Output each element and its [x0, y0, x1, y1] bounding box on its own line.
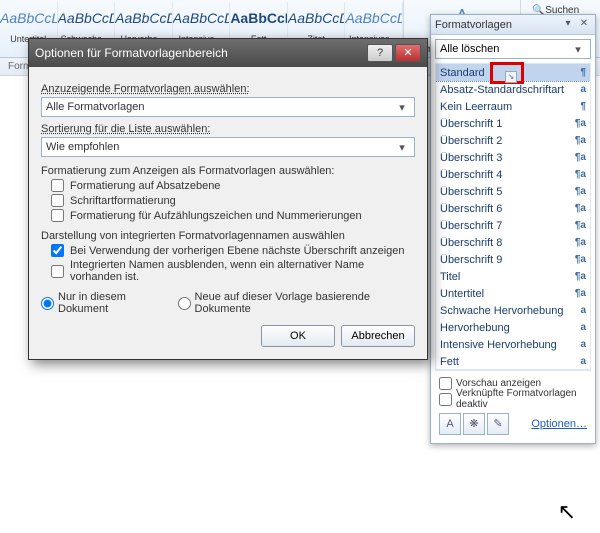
style-row[interactable]: Überschrift 4¶a	[436, 166, 590, 183]
pane-titlebar: Formatvorlagen ▾ ✕	[431, 15, 595, 35]
style-row[interactable]: Fetta	[436, 353, 590, 370]
style-row[interactable]: Überschrift 9¶a	[436, 251, 590, 268]
dialog-launcher-icon[interactable]: ↘	[505, 71, 517, 83]
style-row[interactable]: Überschrift 3¶a	[436, 149, 590, 166]
chevron-down-icon: ▾	[394, 141, 410, 154]
style-row[interactable]: Überschrift 2¶a	[436, 132, 590, 149]
pane-title: Formatvorlagen	[435, 19, 559, 31]
dialog-launcher-highlight: ↘	[490, 62, 524, 84]
hide-builtin-checkbox[interactable]: Integrierten Namen ausblenden, wenn ein …	[51, 259, 415, 283]
list-format-checkbox[interactable]: Formatierung für Aufzählungszeichen und …	[51, 209, 415, 222]
cancel-button[interactable]: Abbrechen	[341, 325, 415, 347]
style-row[interactable]: Überschrift 8¶a	[436, 234, 590, 251]
pane-dropdown-icon[interactable]: ▾	[561, 18, 575, 32]
template-radio[interactable]: Neue auf dieser Vorlage basierende Dokum…	[178, 291, 401, 315]
chevron-down-icon: ▾	[394, 101, 410, 114]
ok-button[interactable]: OK	[261, 325, 335, 347]
style-row[interactable]: Intensive Hervorhebunga	[436, 336, 590, 353]
style-row[interactable]: Schwache Hervorhebunga	[436, 302, 590, 319]
style-list: Standard¶Absatz-StandardschriftartaKein …	[435, 63, 591, 370]
clear-all-label: Alle löschen	[440, 43, 499, 55]
style-inspector-button[interactable]: ❋	[463, 413, 485, 435]
options-link[interactable]: Optionen…	[531, 418, 587, 430]
builtin-group-label: Darstellung von integrierten Formatvorla…	[41, 230, 415, 242]
style-row[interactable]: Überschrift 5¶a	[436, 183, 590, 200]
close-button[interactable]: ✕	[395, 44, 421, 62]
pane-close-icon[interactable]: ✕	[577, 18, 591, 32]
help-button[interactable]: ?	[367, 44, 393, 62]
style-row[interactable]: Überschrift 6¶a	[436, 200, 590, 217]
para-format-checkbox[interactable]: Formatierung auf Absatzebene	[51, 179, 415, 192]
chevron-down-icon: ▾	[570, 43, 586, 56]
dialog-titlebar[interactable]: Optionen für Formatvorlagenbereich ? ✕	[29, 39, 427, 67]
style-row[interactable]: Titel¶a	[436, 268, 590, 285]
dialog-title: Optionen für Formatvorlagenbereich	[35, 46, 365, 60]
show-styles-select[interactable]: Alle Formatvorlagen▾	[41, 97, 415, 117]
pane-footer: Vorschau anzeigen Verknüpfte Formatvorla…	[435, 370, 591, 439]
style-row[interactable]: Überschrift 1¶a	[436, 115, 590, 132]
manage-styles-button[interactable]: ✎	[487, 413, 509, 435]
font-format-checkbox[interactable]: Schriftartformatierung	[51, 194, 415, 207]
style-row[interactable]: Untertitel¶a	[436, 285, 590, 302]
show-styles-label: Anzuzeigende Formatvorlagen auswählen:	[41, 83, 415, 95]
style-row[interactable]: Überschrift 7¶a	[436, 217, 590, 234]
style-row[interactable]: Hervorhebunga	[436, 319, 590, 336]
style-options-dialog: Optionen für Formatvorlagenbereich ? ✕ A…	[28, 38, 428, 360]
style-row[interactable]: Kein Leerraum¶	[436, 98, 590, 115]
new-style-button[interactable]: A	[439, 413, 461, 435]
doc-only-radio[interactable]: Nur in diesem Dokument	[41, 291, 164, 315]
format-group-label: Formatierung zum Anzeigen als Formatvorl…	[41, 165, 415, 177]
clear-all-select[interactable]: Alle löschen ▾	[435, 39, 591, 59]
next-heading-checkbox[interactable]: Bei Verwendung der vorherigen Ebene näch…	[51, 244, 415, 257]
linked-checkbox[interactable]: Verknüpfte Formatvorlagen deaktiv	[439, 391, 587, 407]
sort-label: Sortierung für die Liste auswählen:	[41, 123, 415, 135]
sort-select[interactable]: Wie empfohlen▾	[41, 137, 415, 157]
